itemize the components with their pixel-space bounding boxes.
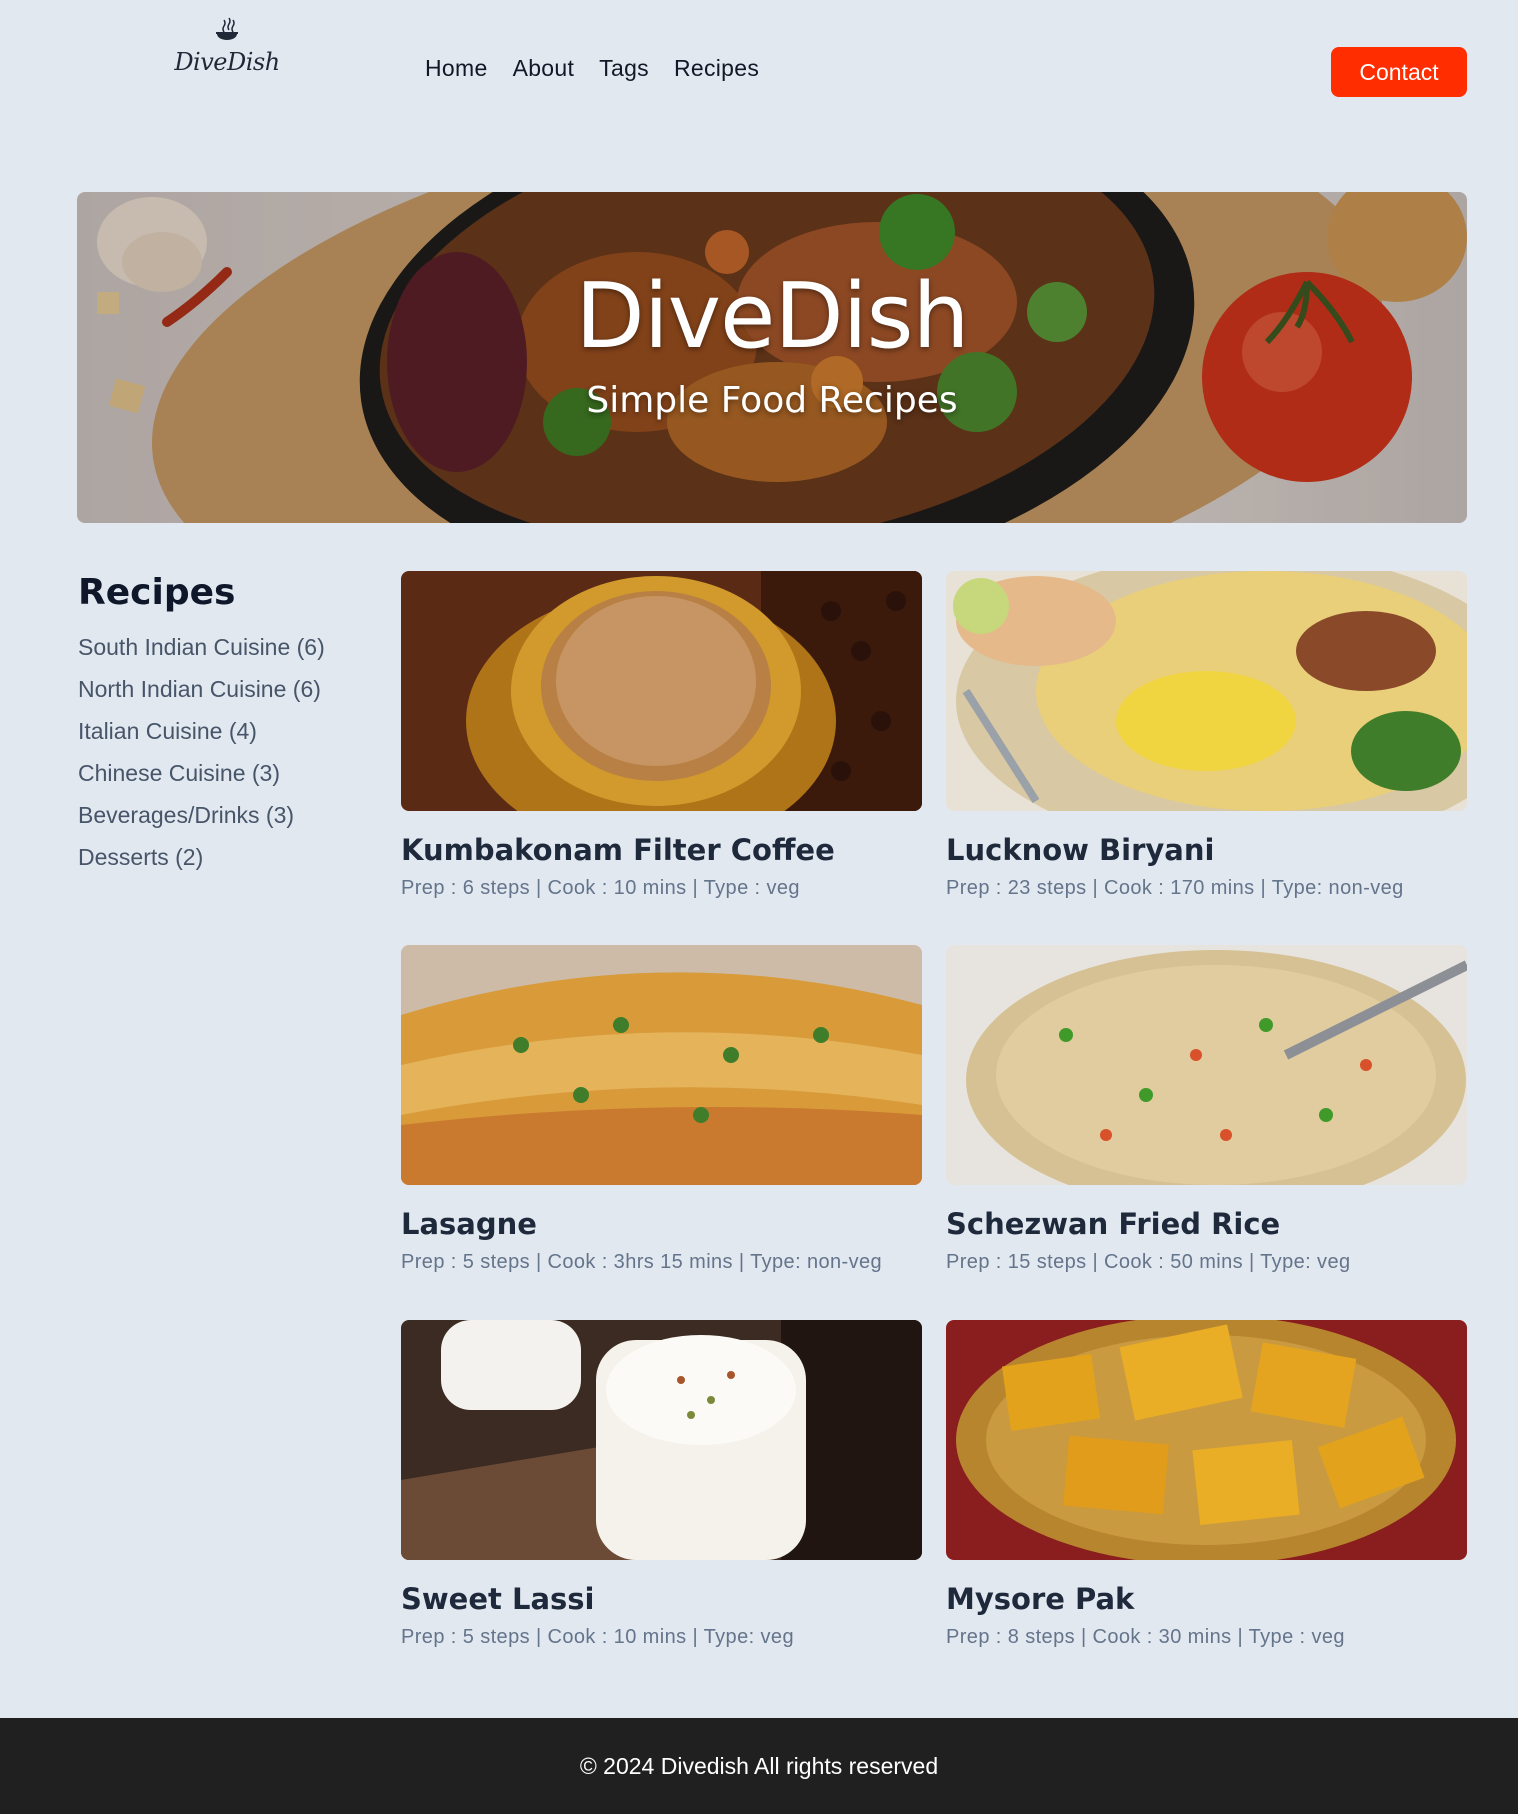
category-link-south-indian[interactable]: South Indian Cuisine (6) [78,634,325,660]
category-item: South Indian Cuisine (6) [78,633,378,675]
category-link-desserts[interactable]: Desserts (2) [78,844,203,870]
contact-button[interactable]: Contact [1331,47,1467,97]
recipe-title[interactable]: Sweet Lassi [401,1582,922,1616]
category-item: Desserts (2) [78,843,378,885]
main-nav: Home About Tags Recipes [425,55,759,82]
nav-home[interactable]: Home [425,55,488,82]
category-link-chinese[interactable]: Chinese Cuisine (3) [78,760,280,786]
hero-banner: DiveDish Simple Food Recipes [77,192,1467,523]
hero-title: DiveDish [575,264,969,369]
recipe-image-lucknow-biryani[interactable] [946,571,1467,811]
category-item: Italian Cuisine (4) [78,717,378,759]
recipe-title[interactable]: Schezwan Fried Rice [946,1207,1467,1241]
category-item: North Indian Cuisine (6) [78,675,378,717]
category-link-north-indian[interactable]: North Indian Cuisine (6) [78,676,321,702]
nav-about[interactable]: About [513,55,575,82]
recipe-meta: Prep : 23 steps | Cook : 170 mins | Type… [946,877,1404,899]
recipe-card-mysore-pak[interactable]: Mysore Pak Prep : 8 steps | Cook : 30 mi… [946,1320,1467,1649]
site-header: DiveDish Home About Tags Recipes Contact [0,0,1518,145]
copyright-text: © 2024 Divedish All rights reserved [579,1753,939,1779]
recipe-title[interactable]: Lucknow Biryani [946,833,1467,867]
recipe-image-filter-coffee[interactable] [401,571,922,811]
recipe-card-sweet-lassi[interactable]: Sweet Lassi Prep : 5 steps | Cook : 10 m… [401,1320,922,1649]
recipe-title[interactable]: Kumbakonam Filter Coffee [401,833,922,867]
recipe-card-lasagne[interactable]: Lasagne Prep : 5 steps | Cook : 3hrs 15 … [401,945,922,1274]
brand-logo[interactable]: DiveDish [172,16,282,86]
recipe-title[interactable]: Mysore Pak [946,1582,1467,1616]
nav-tags[interactable]: Tags [599,55,649,82]
nav-recipes[interactable]: Recipes [674,55,759,82]
recipe-meta: Prep : 6 steps | Cook : 10 mins | Type :… [401,877,800,899]
recipe-title[interactable]: Lasagne [401,1207,922,1241]
recipe-meta: Prep : 8 steps | Cook : 30 mins | Type :… [946,1626,1345,1648]
recipe-card-lucknow-biryani[interactable]: Lucknow Biryani Prep : 23 steps | Cook :… [946,571,1467,900]
category-item: Beverages/Drinks (3) [78,801,378,843]
recipe-meta: Prep : 5 steps | Cook : 3hrs 15 mins | T… [401,1251,883,1273]
recipe-card-filter-coffee[interactable]: Kumbakonam Filter Coffee Prep : 6 steps … [401,571,922,900]
site-footer: © 2024 Divedish All rights reserved [0,1718,1518,1814]
hero-subtitle: Simple Food Recipes [586,380,958,421]
recipe-meta: Prep : 15 steps | Cook : 50 mins | Type:… [946,1251,1351,1273]
recipe-image-schezwan-fried-rice[interactable] [946,945,1467,1185]
category-item: Chinese Cuisine (3) [78,759,378,801]
recipes-sidebar: Recipes South Indian Cuisine (6) North I… [78,572,378,885]
brand-name: DiveDish [174,48,280,76]
recipe-image-lasagne[interactable] [401,945,922,1185]
category-link-italian[interactable]: Italian Cuisine (4) [78,718,257,744]
category-link-beverages[interactable]: Beverages/Drinks (3) [78,802,294,828]
recipe-meta: Prep : 5 steps | Cook : 10 mins | Type: … [401,1626,794,1648]
recipe-image-sweet-lassi[interactable] [401,1320,922,1560]
cooking-pot-icon [216,17,238,40]
recipe-image-mysore-pak[interactable] [946,1320,1467,1560]
sidebar-heading: Recipes [78,572,236,613]
recipe-card-schezwan-fried-rice[interactable]: Schezwan Fried Rice Prep : 15 steps | Co… [946,945,1467,1274]
category-list: South Indian Cuisine (6) North Indian Cu… [78,633,378,885]
